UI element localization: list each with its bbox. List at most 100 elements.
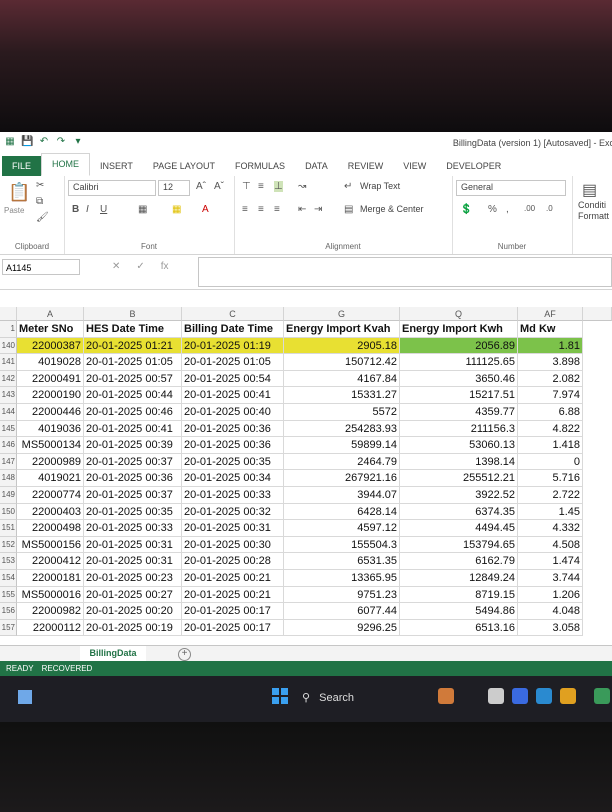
cell-meter-sno[interactable]: 22000446 bbox=[17, 404, 84, 421]
cell-billing-date-time[interactable]: 20-01-2025 01:19 bbox=[182, 337, 284, 355]
cell-energy-import-kwh[interactable]: 8719.15 bbox=[400, 586, 518, 604]
cell-energy-import-kvah[interactable]: 2905.18 bbox=[284, 337, 400, 355]
row-number[interactable]: 1 bbox=[0, 321, 17, 338]
enter-icon[interactable]: ✓ bbox=[136, 261, 144, 272]
row-number[interactable]: 147 bbox=[0, 453, 17, 471]
cell-meter-sno[interactable]: MS5000016 bbox=[17, 586, 84, 604]
widgets-icon[interactable] bbox=[18, 690, 32, 704]
tab-developer[interactable]: DEVELOPER bbox=[436, 156, 511, 176]
cell-billing-date-time[interactable]: 20-01-2025 00:34 bbox=[182, 470, 284, 487]
cell-md-kw[interactable]: 1.418 bbox=[518, 437, 583, 454]
row-number[interactable]: 152 bbox=[0, 536, 17, 554]
cell-energy-import-kwh[interactable]: 6374.35 bbox=[400, 503, 518, 521]
file-explorer-icon[interactable] bbox=[560, 688, 576, 704]
cell-md-kw[interactable]: 3.058 bbox=[518, 619, 583, 637]
cell-meter-sno[interactable]: 22000190 bbox=[17, 387, 84, 404]
cell-hes-date-time[interactable]: 20-01-2025 00:31 bbox=[84, 536, 182, 554]
cell-energy-import-kvah[interactable]: 5572 bbox=[284, 404, 400, 421]
cell-meter-sno[interactable]: 22000491 bbox=[17, 370, 84, 388]
cell-energy-import-kwh[interactable]: 153794.65 bbox=[400, 536, 518, 554]
cell-md-kw[interactable]: 3.744 bbox=[518, 570, 583, 587]
italic-icon[interactable]: I bbox=[86, 204, 89, 215]
merge-center-icon[interactable]: ▤ bbox=[344, 204, 353, 215]
tab-insert[interactable]: INSERT bbox=[90, 156, 143, 176]
cell-hes-date-time[interactable]: 20-01-2025 00:27 bbox=[84, 586, 182, 604]
excel-taskbar-icon[interactable] bbox=[594, 688, 610, 704]
row-number[interactable]: 150 bbox=[0, 503, 17, 521]
tab-view[interactable]: VIEW bbox=[393, 156, 436, 176]
cell-hes-date-time[interactable]: 20-01-2025 00:31 bbox=[84, 553, 182, 570]
cell-energy-import-kvah[interactable]: 13365.95 bbox=[284, 570, 400, 587]
cell-billing-date-time[interactable]: 20-01-2025 00:40 bbox=[182, 404, 284, 421]
cell-md-kw[interactable]: 1.45 bbox=[518, 503, 583, 521]
copy-icon[interactable]: ⧉ bbox=[36, 196, 43, 207]
cell-meter-sno[interactable]: 22000498 bbox=[17, 520, 84, 537]
row-number[interactable]: 157 bbox=[0, 619, 17, 637]
font-name-select[interactable]: Calibri bbox=[68, 180, 156, 196]
cell-meter-sno[interactable]: 22000181 bbox=[17, 570, 84, 587]
cell-billing-date-time[interactable]: 20-01-2025 00:31 bbox=[182, 520, 284, 537]
save-icon[interactable]: 💾 bbox=[21, 136, 33, 148]
fill-color-icon[interactable]: ▦ bbox=[172, 204, 181, 215]
cell-hes-date-time[interactable]: 20-01-2025 00:20 bbox=[84, 603, 182, 620]
header-cell-meter-sno[interactable]: Meter SNo bbox=[17, 321, 84, 338]
cell-md-kw[interactable]: 0 bbox=[518, 453, 583, 471]
cell-hes-date-time[interactable]: 20-01-2025 00:57 bbox=[84, 370, 182, 388]
cell-meter-sno[interactable]: 22000403 bbox=[17, 503, 84, 521]
cell-meter-sno[interactable]: 4019028 bbox=[17, 354, 84, 371]
conditional-formatting-icon[interactable]: ▤ bbox=[582, 180, 597, 200]
header-cell-md-kw[interactable]: Md Kw bbox=[518, 321, 583, 338]
paste-icon[interactable]: 📋 bbox=[8, 182, 30, 203]
cell-md-kw[interactable]: 4.822 bbox=[518, 420, 583, 438]
cell-energy-import-kvah[interactable]: 155504.3 bbox=[284, 536, 400, 554]
tab-home[interactable]: HOME bbox=[41, 153, 91, 176]
teams-icon[interactable] bbox=[512, 688, 528, 704]
cell-energy-import-kwh[interactable]: 1398.14 bbox=[400, 453, 518, 471]
task-view-icon[interactable] bbox=[488, 688, 504, 704]
cell-energy-import-kvah[interactable]: 4597.12 bbox=[284, 520, 400, 537]
row-number[interactable]: 148 bbox=[0, 470, 17, 487]
cell-energy-import-kwh[interactable]: 6513.16 bbox=[400, 619, 518, 637]
borders-icon[interactable]: ▦ bbox=[138, 204, 147, 215]
cell-billing-date-time[interactable]: 20-01-2025 00:28 bbox=[182, 553, 284, 570]
font-color-icon[interactable]: A bbox=[202, 204, 209, 215]
cell-md-kw[interactable]: 4.508 bbox=[518, 536, 583, 554]
cell-billing-date-time[interactable]: 20-01-2025 00:33 bbox=[182, 487, 284, 504]
cell-energy-import-kvah[interactable]: 267921.16 bbox=[284, 470, 400, 487]
cell-energy-import-kvah[interactable]: 6531.35 bbox=[284, 553, 400, 570]
row-number[interactable]: 144 bbox=[0, 404, 17, 421]
wrap-text-icon[interactable]: ↵ bbox=[344, 181, 352, 192]
align-right-icon[interactable]: ≡ bbox=[274, 204, 280, 215]
cell-energy-import-kwh[interactable]: 111125.65 bbox=[400, 354, 518, 371]
cell-meter-sno[interactable]: 22000774 bbox=[17, 487, 84, 504]
merge-center-button[interactable]: Merge & Center bbox=[360, 204, 424, 214]
column-header-a[interactable]: A bbox=[17, 307, 84, 321]
row-number[interactable]: 151 bbox=[0, 520, 17, 537]
cell-hes-date-time[interactable]: 20-01-2025 00:36 bbox=[84, 470, 182, 487]
row-number[interactable]: 155 bbox=[0, 586, 17, 604]
cell-hes-date-time[interactable]: 20-01-2025 00:35 bbox=[84, 503, 182, 521]
column-header-c[interactable]: C bbox=[182, 307, 284, 321]
cell-energy-import-kvah[interactable]: 4167.84 bbox=[284, 370, 400, 388]
cell-meter-sno[interactable]: 4019036 bbox=[17, 420, 84, 438]
tab-review[interactable]: REVIEW bbox=[338, 156, 394, 176]
cell-md-kw[interactable]: 1.474 bbox=[518, 553, 583, 570]
cell-meter-sno[interactable]: 4019021 bbox=[17, 470, 84, 487]
cell-energy-import-kvah[interactable]: 9296.25 bbox=[284, 619, 400, 637]
cell-energy-import-kwh[interactable]: 255512.21 bbox=[400, 470, 518, 487]
cell-energy-import-kwh[interactable]: 4359.77 bbox=[400, 404, 518, 421]
row-number[interactable]: 142 bbox=[0, 370, 17, 388]
bold-icon[interactable]: B bbox=[72, 204, 79, 215]
conditional-formatting-button[interactable]: Conditi Formatt bbox=[578, 200, 612, 222]
cell-energy-import-kvah[interactable]: 2464.79 bbox=[284, 453, 400, 471]
cell-hes-date-time[interactable]: 20-01-2025 00:37 bbox=[84, 453, 182, 471]
cell-billing-date-time[interactable]: 20-01-2025 00:36 bbox=[182, 420, 284, 438]
cell-billing-date-time[interactable]: 20-01-2025 00:17 bbox=[182, 619, 284, 637]
cell-energy-import-kwh[interactable]: 6162.79 bbox=[400, 553, 518, 570]
cell-md-kw[interactable]: 5.716 bbox=[518, 470, 583, 487]
cell-hes-date-time[interactable]: 20-01-2025 00:19 bbox=[84, 619, 182, 637]
cell-meter-sno[interactable]: 22000989 bbox=[17, 453, 84, 471]
cell-hes-date-time[interactable]: 20-01-2025 00:39 bbox=[84, 437, 182, 454]
row-number[interactable]: 146 bbox=[0, 437, 17, 454]
cell-energy-import-kwh[interactable]: 15217.51 bbox=[400, 387, 518, 404]
